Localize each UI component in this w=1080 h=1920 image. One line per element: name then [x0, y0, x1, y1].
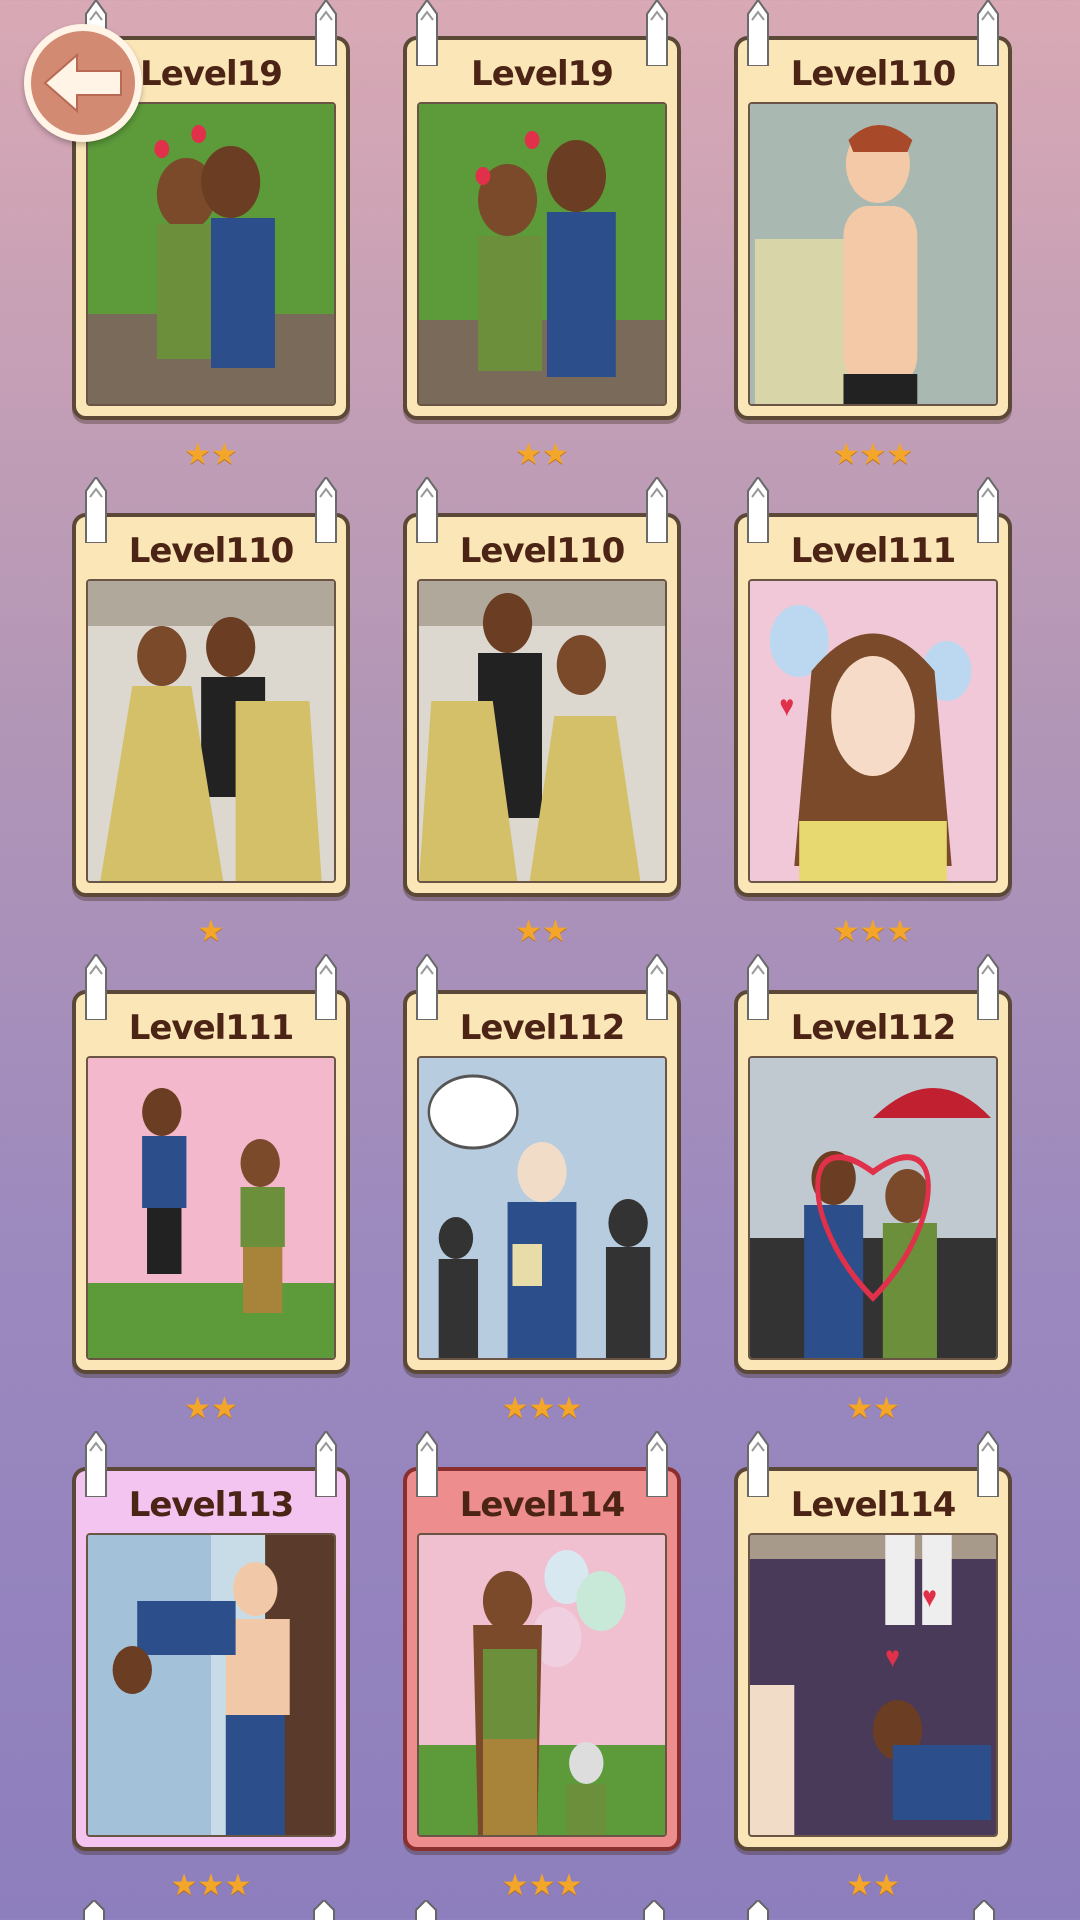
clip-icon: [313, 1900, 335, 1920]
level-card[interactable]: Level110: [734, 0, 1012, 420]
star-rating: ★★: [184, 1391, 238, 1425]
level-title: Level19: [471, 54, 614, 94]
star-rating: ★★★: [501, 1868, 583, 1902]
svg-text:♥: ♥: [922, 1580, 937, 1614]
clip-icon: [415, 1900, 437, 1920]
level-title: Level110: [128, 531, 295, 571]
level-thumbnail: ♥: [748, 579, 998, 883]
level-card[interactable]: Level112: [403, 952, 681, 1374]
back-button[interactable]: [24, 24, 142, 142]
star-rating: ★★: [846, 1391, 900, 1425]
svg-text:♥: ♥: [885, 1640, 900, 1674]
level-card[interactable]: Level110: [403, 475, 681, 897]
level-title: Level110: [459, 531, 626, 571]
level-thumbnail: [417, 1056, 667, 1360]
level-thumbnail: [417, 579, 667, 883]
level-grid: Level19 ★★ Level19 ★★ Level110 ★★★ Level110 ★ Le…: [0, 0, 1080, 1920]
svg-text:♥: ♥: [780, 689, 795, 723]
star-rating: ★★: [515, 914, 569, 948]
level-title: Level110: [790, 54, 957, 94]
level-card[interactable]: Level112: [734, 952, 1012, 1374]
star-rating: ★★: [846, 1868, 900, 1902]
level-thumbnail: [748, 102, 998, 406]
level-thumbnail: ♥ ♥: [748, 1533, 998, 1837]
level-title: Level112: [459, 1008, 626, 1048]
level-card[interactable]: Level111 ♥: [734, 475, 1012, 897]
level-title: Level114: [459, 1485, 626, 1525]
level-thumbnail: [86, 1533, 336, 1837]
level-thumbnail: [417, 102, 667, 406]
level-card[interactable]: Level111: [72, 952, 350, 1374]
level-thumbnail: [86, 1056, 336, 1360]
level-title: Level113: [128, 1485, 295, 1525]
star-rating: ★★★: [832, 914, 914, 948]
clip-icon: [83, 1900, 105, 1920]
level-thumbnail: [86, 579, 336, 883]
level-title: Level111: [790, 531, 957, 571]
arrow-left-icon: [43, 52, 122, 114]
level-thumbnail: [86, 102, 336, 406]
star-rating: ★★★: [501, 1391, 583, 1425]
level-card[interactable]: Level114 ♥ ♥: [734, 1429, 1012, 1851]
level-title: Level114: [790, 1485, 957, 1525]
level-title: Level112: [790, 1008, 957, 1048]
level-card[interactable]: Level19: [403, 0, 681, 420]
clip-icon: [643, 1900, 665, 1920]
clip-icon: [973, 1900, 995, 1920]
clip-icon: [747, 1900, 769, 1920]
star-rating: ★: [197, 914, 225, 948]
level-card[interactable]: Level113: [72, 1429, 350, 1851]
level-card[interactable]: Level114: [403, 1429, 681, 1851]
star-rating: ★★: [515, 437, 569, 471]
level-thumbnail: [748, 1056, 998, 1360]
level-title: Level111: [128, 1008, 295, 1048]
level-card[interactable]: Level110: [72, 475, 350, 897]
star-rating: ★★★: [170, 1868, 252, 1902]
star-rating: ★★: [184, 437, 238, 471]
star-rating: ★★★: [832, 437, 914, 471]
level-thumbnail: [417, 1533, 667, 1837]
